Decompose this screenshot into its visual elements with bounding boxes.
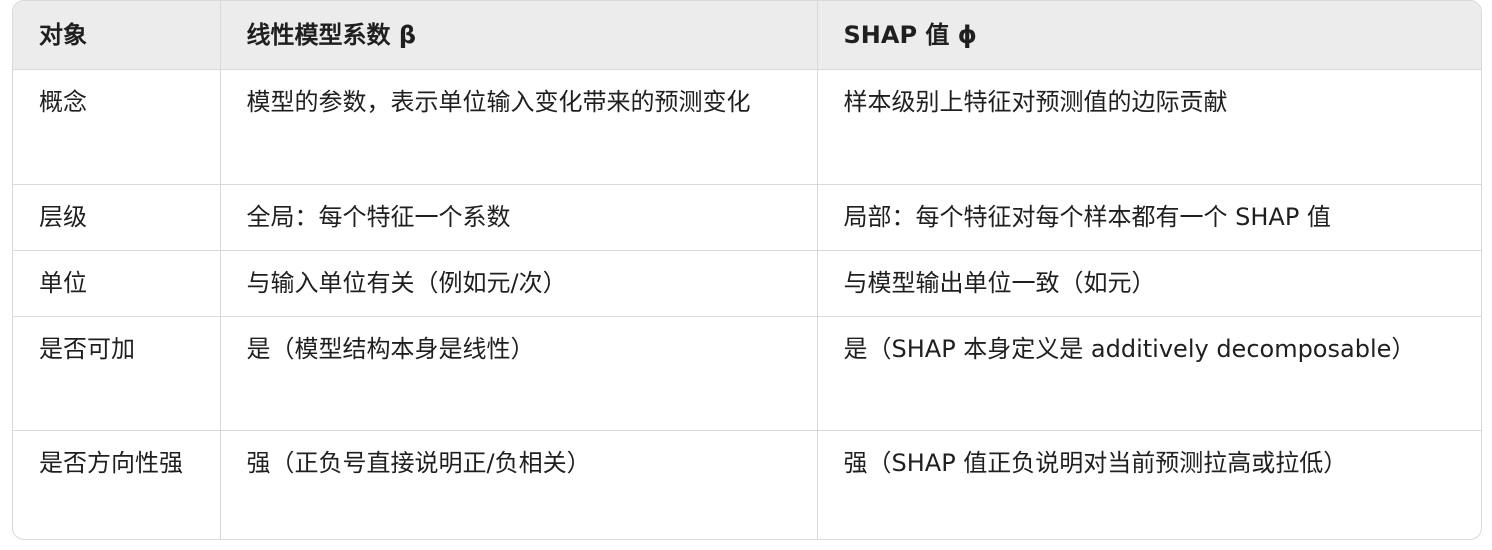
table-row: 是否方向性强 强（正负号直接说明正/负相关） 强（SHAP 值正负说明对当前预测… — [13, 430, 1481, 539]
linear-cell: 强（正负号直接说明正/负相关） — [220, 430, 818, 539]
shap-cell: 强（SHAP 值正负说明对当前预测拉高或拉低） — [843, 448, 1348, 477]
table-body: 概念 模型的参数，表示单位输入变化带来的预测变化 样本级别上特征对预测值的边际贡… — [13, 69, 1481, 539]
header-row: 对象 线性模型系数 β SHAP 值 ϕ — [13, 1, 1481, 70]
row-label: 是否可加 — [13, 316, 221, 431]
linear-cell: 模型的参数，表示单位输入变化带来的预测变化 — [220, 69, 818, 185]
linear-cell: 与输入单位有关（例如元/次） — [220, 250, 818, 317]
shap-cell: 样本级别上特征对预测值的边际贡献 — [817, 69, 1481, 185]
table-header: 对象 线性模型系数 β SHAP 值 ϕ — [13, 1, 1481, 70]
row-label: 单位 — [13, 250, 221, 317]
row-label: 概念 — [13, 69, 221, 185]
linear-cell: 全局：每个特征一个系数 — [220, 184, 818, 251]
table-row: 概念 模型的参数，表示单位输入变化带来的预测变化 样本级别上特征对预测值的边际贡… — [13, 69, 1481, 185]
table-row: 层级 全局：每个特征一个系数 局部：每个特征对每个样本都有一个 SHAP 值 — [13, 184, 1481, 251]
shap-cell: 与模型输出单位一致（如元） — [817, 250, 1481, 317]
table-row: 是否可加 是（模型结构本身是线性） 是（SHAP 本身定义是 additivel… — [13, 316, 1481, 431]
comparison-table: 对象 线性模型系数 β SHAP 值 ϕ 概念 模型的参数，表示单位输入变化带来… — [13, 1, 1481, 539]
table-row: 单位 与输入单位有关（例如元/次） 与模型输出单位一致（如元） — [13, 250, 1481, 317]
comparison-table-container: 对象 线性模型系数 β SHAP 值 ϕ 概念 模型的参数，表示单位输入变化带来… — [12, 0, 1482, 540]
linear-cell: 是（模型结构本身是线性） — [220, 316, 818, 431]
shap-cell: 局部：每个特征对每个样本都有一个 SHAP 值 — [817, 184, 1481, 251]
row-label: 层级 — [13, 184, 221, 251]
header-object: 对象 — [13, 1, 221, 70]
header-shap-value: SHAP 值 ϕ — [817, 1, 1481, 70]
row-label: 是否方向性强 — [13, 430, 221, 539]
header-linear-coefficient: 线性模型系数 β — [220, 1, 818, 70]
shap-cell: 是（SHAP 本身定义是 additively decomposable） — [817, 316, 1481, 431]
